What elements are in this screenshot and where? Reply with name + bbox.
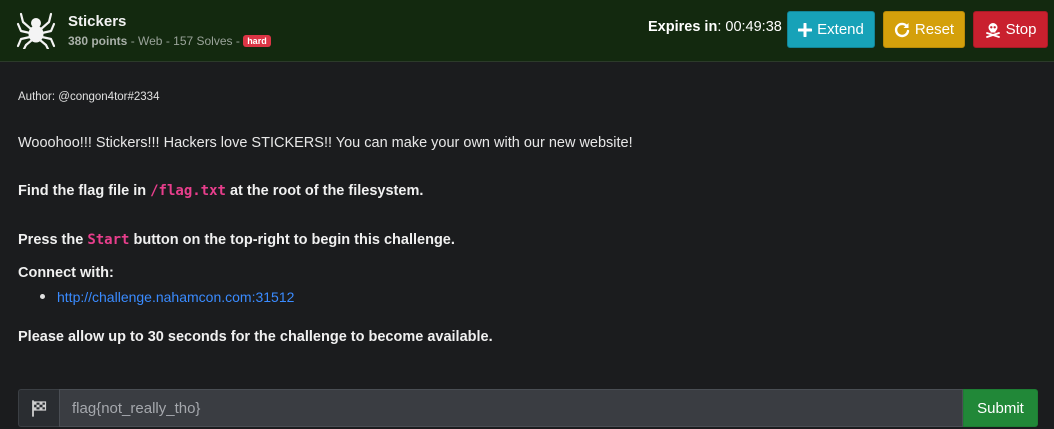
challenge-meta: 380 points - Web - 157 Solves - hard	[68, 34, 271, 48]
flag-path-code: /flag.txt	[150, 183, 226, 199]
difficulty-badge: hard	[243, 35, 271, 47]
author-line: Author: @congon4tor#2334	[18, 91, 160, 103]
press-start-pre: Press the	[18, 232, 88, 248]
plus-icon	[798, 22, 813, 37]
challenge-header: Stickers 380 points - Web - 157 Solves -…	[0, 0, 1054, 62]
availability-note: Please allow up to 30 seconds for the ch…	[18, 329, 493, 345]
extend-label: Extend	[817, 21, 864, 38]
stop-label: Stop	[1005, 21, 1037, 38]
start-code: Start	[87, 232, 130, 248]
find-flag-post: at the root of the filesystem.	[225, 183, 424, 199]
find-flag-line: Find the flag file in /flag.txt at the r…	[18, 183, 423, 199]
reset-label: Reset	[914, 21, 955, 38]
flag-input[interactable]	[59, 389, 963, 427]
reset-button[interactable]: Reset	[883, 11, 965, 48]
challenge-points: 380 points	[68, 34, 128, 48]
connection-link[interactable]: http://challenge.nahamcon.com:31512	[57, 289, 294, 305]
intro-text: Wooohoo!!! Stickers!!! Hackers love STIC…	[18, 135, 633, 151]
bullet-icon	[40, 294, 45, 299]
skull-crossbones-icon	[985, 22, 1000, 38]
expiry-timer: Expires in: 00:49:38	[648, 19, 782, 35]
flag-checkered-icon	[32, 400, 47, 417]
press-start-line: Press the Start button on the top-right …	[18, 232, 455, 248]
find-flag-pre: Find the flag file in	[18, 183, 151, 199]
challenge-title: Stickers	[68, 13, 127, 30]
redo-icon	[894, 22, 910, 37]
spider-icon	[16, 12, 56, 49]
press-start-post: button on the top-right to begin this ch…	[129, 232, 455, 248]
stop-button[interactable]: Stop	[973, 11, 1048, 48]
flag-addon	[18, 389, 59, 427]
challenge-category-solves: - Web - 157 Solves -	[127, 34, 244, 48]
connect-label: Connect with:	[18, 265, 114, 281]
connection-list: http://challenge.nahamcon.com:31512	[40, 289, 294, 305]
submit-button[interactable]: Submit	[963, 389, 1038, 427]
expiry-value: 00:49:38	[725, 19, 782, 35]
expiry-label: Expires in	[648, 19, 718, 35]
flag-submission-form: Submit	[18, 389, 1038, 427]
extend-button[interactable]: Extend	[787, 11, 875, 48]
